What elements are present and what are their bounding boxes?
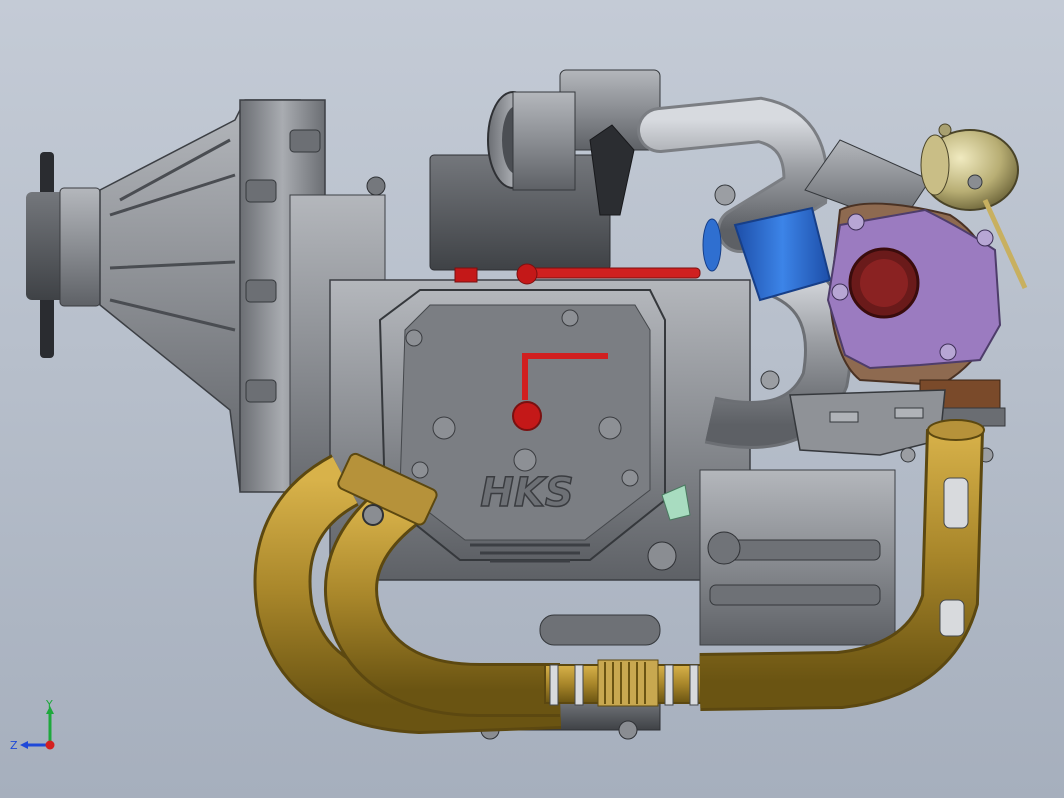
z-axis-label: Z — [10, 739, 18, 752]
x-axis-marker — [45, 740, 55, 750]
z-axis-arrowhead — [20, 741, 28, 749]
engine-assembly-model[interactable]: HKS — [0, 0, 1064, 798]
exhaust-flex-joint[interactable] — [544, 659, 706, 707]
crank-pulley[interactable] — [26, 152, 101, 358]
view-orientation-triad[interactable]: Y Z — [8, 698, 68, 758]
3d-viewport[interactable]: HKS Y Z — [0, 0, 1064, 798]
y-axis-label: Y — [45, 698, 53, 711]
cover-logo: HKS — [480, 470, 573, 516]
